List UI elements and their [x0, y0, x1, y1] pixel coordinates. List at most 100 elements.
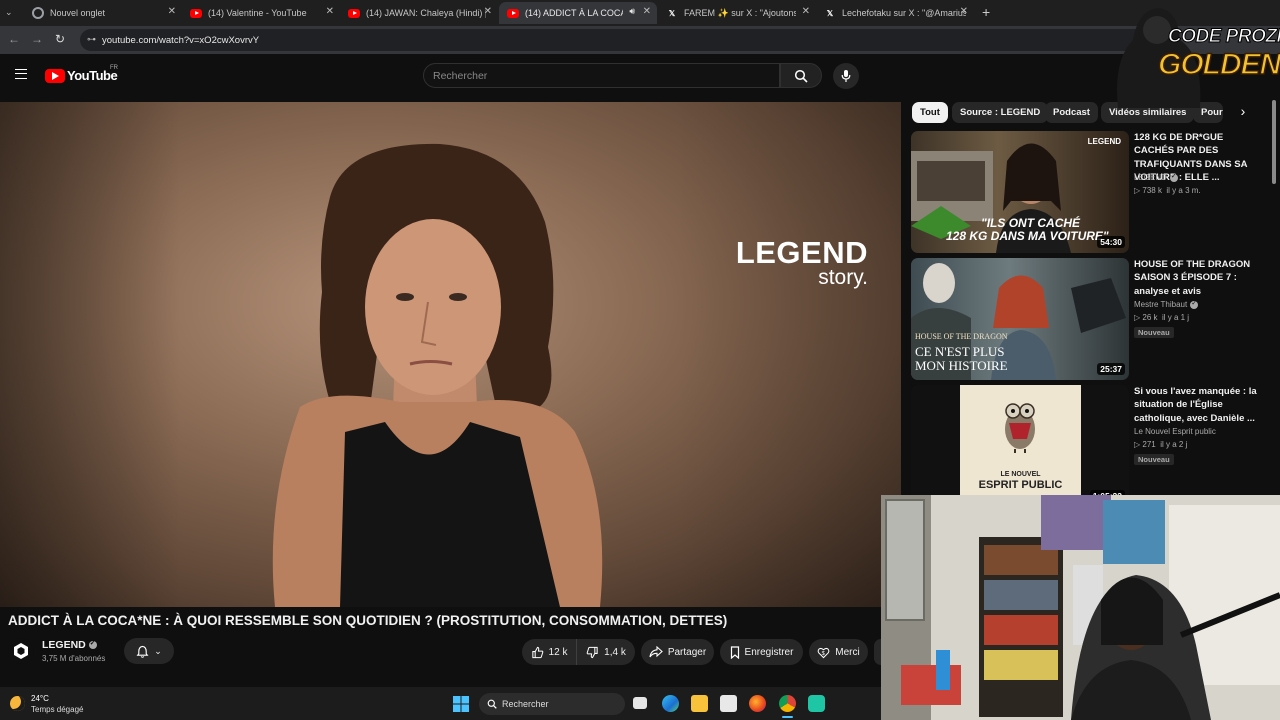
- reload-icon[interactable]: ↻: [55, 32, 65, 46]
- view-count: ▷ 26 k: [1134, 313, 1158, 322]
- streamer-overlay-logo: CODE PROZIS GOLDENG: [1108, 0, 1280, 108]
- search-icon: [794, 69, 808, 83]
- tab-title: FAREM ✨ sur X : "Ajoutons à: [684, 7, 796, 18]
- recommended-channel[interactable]: Le Nouvel Esprit public: [1134, 427, 1216, 436]
- video-duration: 54:30: [1097, 236, 1125, 248]
- chip-source-legend[interactable]: Source : LEGEND: [952, 102, 1049, 123]
- thumbs-down-icon: [586, 646, 598, 658]
- tab-lechefotaku[interactable]: 𝕏 Lechefotaku sur X : "@Amarius ✕: [816, 2, 974, 24]
- save-button[interactable]: Enregistrer: [720, 639, 803, 665]
- tab-search-icon[interactable]: ⌄: [5, 7, 13, 18]
- search-button[interactable]: [780, 63, 822, 88]
- tab-jawan[interactable]: (14) JAWAN: Chaleya (Hindi) | S ✕: [340, 2, 498, 24]
- youtube-logo[interactable]: YouTube FR: [45, 65, 118, 83]
- legend-logo-icon: [14, 643, 28, 659]
- video-thumbnail[interactable]: LE NOUVEL ESPRIT PUBLIC 1:05:22: [911, 385, 1129, 507]
- video-player[interactable]: LEGEND story.: [0, 102, 901, 607]
- close-icon[interactable]: ✕: [960, 6, 968, 17]
- overlay-text-line1: CODE PROZIS: [1167, 26, 1280, 48]
- voice-search-button[interactable]: [833, 63, 859, 89]
- chevron-down-icon: ⌄: [154, 645, 162, 656]
- weather-temperature[interactable]: 24°C: [31, 694, 49, 703]
- notification-bell-button[interactable]: ⌄: [124, 638, 174, 664]
- chrome-icon[interactable]: [779, 695, 796, 712]
- close-icon[interactable]: ✕: [643, 6, 651, 17]
- sidebar-scrollbar[interactable]: [1272, 100, 1276, 184]
- youtube-icon: [348, 8, 360, 18]
- legend-story-watermark: LEGEND story.: [724, 235, 868, 288]
- site-info-icon[interactable]: ⊶: [87, 34, 96, 45]
- new-tab-plus-icon[interactable]: +: [982, 4, 990, 20]
- youtube-header: YouTube FR Rechercher: [0, 54, 1280, 98]
- windows-start-icon[interactable]: [453, 696, 469, 712]
- verified-check-icon: [88, 639, 97, 649]
- like-button[interactable]: 12 k: [522, 639, 576, 665]
- youtube-icon: [507, 8, 519, 18]
- legend-brand-text: LEGEND: [735, 235, 868, 270]
- recommended-channel[interactable]: Mestre Thibaut: [1134, 299, 1199, 309]
- moon-weather-icon[interactable]: [10, 696, 25, 711]
- task-view-icon[interactable]: [633, 697, 647, 709]
- upload-age: il y a 2 j: [1160, 440, 1188, 449]
- tab-title: (14) Valentine - YouTube: [208, 8, 307, 18]
- recommended-channel[interactable]: LEGEND: [1134, 172, 1178, 182]
- subscriber-count: 3,75 M d'abonnés: [42, 654, 106, 663]
- owl-illustration-icon: [1005, 403, 1035, 453]
- thanks-label: Merci: [835, 646, 860, 658]
- recommended-video-2[interactable]: HOUSE OF THE DRAGON CE N'EST PLUS MON HI…: [911, 258, 1271, 380]
- taskbar-search-box[interactable]: Rechercher: [479, 693, 625, 715]
- thumbs-up-icon: [531, 646, 543, 658]
- speaker-icon[interactable]: 🔊︎: [629, 6, 635, 17]
- chatgpt-app-icon[interactable]: [808, 695, 825, 712]
- address-bar[interactable]: ⊶ youtube.com/watch?v=xO2cwXovrvY: [80, 29, 1170, 51]
- microsoft-store-icon[interactable]: [720, 695, 737, 712]
- close-icon[interactable]: ✕: [168, 6, 176, 17]
- country-code: FR: [110, 65, 118, 71]
- microphone-icon: [841, 70, 851, 82]
- back-arrow-icon[interactable]: ←: [8, 32, 20, 46]
- video-thumbnail[interactable]: HOUSE OF THE DRAGON CE N'EST PLUS MON HI…: [911, 258, 1129, 380]
- view-count: ▷ 271: [1134, 440, 1156, 449]
- close-icon[interactable]: ✕: [484, 6, 492, 17]
- thumbnail-caption-line2: ESPRIT PUBLIC: [978, 479, 1063, 491]
- file-explorer-icon[interactable]: [691, 695, 708, 712]
- close-icon[interactable]: ✕: [802, 6, 810, 17]
- more-actions-button[interactable]: [874, 639, 881, 665]
- video-thumbnail[interactable]: LEGEND "ILS ONT CACHÉ 128 KG DANS MA VOI…: [911, 131, 1129, 253]
- thanks-button[interactable]: $ Merci: [809, 639, 868, 665]
- tab-new-tab[interactable]: Nouvel onglet ✕: [24, 2, 182, 24]
- share-arrow-icon: [649, 646, 663, 658]
- tab-title: (14) JAWAN: Chaleya (Hindi) | S: [366, 8, 486, 18]
- save-label: Enregistrer: [744, 646, 794, 658]
- weather-condition: Temps dégagé: [31, 705, 84, 714]
- chip-all[interactable]: Tout: [912, 102, 948, 123]
- dislike-count: 1,4 k: [604, 646, 626, 658]
- recommended-video-3[interactable]: LE NOUVEL ESPRIT PUBLIC 1:05:22 Si vous …: [911, 385, 1271, 507]
- tab-title: (14) ADDICT À LA COCA*NE: [525, 8, 623, 18]
- webcam-overlay: [881, 495, 1280, 720]
- share-button[interactable]: Partager: [641, 639, 714, 665]
- channel-name[interactable]: LEGEND: [42, 639, 97, 651]
- menu-hamburger-icon[interactable]: [15, 69, 27, 79]
- x-icon: 𝕏: [826, 8, 834, 18]
- tab-farem[interactable]: 𝕏 FAREM ✨ sur X : "Ajoutons à ✕: [658, 2, 816, 24]
- search-input[interactable]: Rechercher: [423, 63, 780, 88]
- tab-addict[interactable]: (14) ADDICT À LA COCA*NE 🔊︎ ✕: [499, 2, 657, 24]
- dislike-button[interactable]: 1,4 k: [576, 639, 635, 665]
- channel-avatar[interactable]: [8, 638, 34, 664]
- recommended-title[interactable]: HOUSE OF THE DRAGON SAISON 3 ÉPISODE 7 :…: [1134, 258, 1262, 298]
- view-count: ▷ 738 k: [1134, 186, 1162, 195]
- tab-valentine[interactable]: (14) Valentine - YouTube ✕: [182, 2, 340, 24]
- forward-arrow-icon[interactable]: →: [31, 32, 43, 46]
- edge-browser-icon[interactable]: [662, 695, 679, 712]
- close-icon[interactable]: ✕: [326, 6, 334, 17]
- active-app-indicator: [782, 716, 793, 718]
- tab-title: Nouvel onglet: [50, 8, 106, 18]
- firefox-icon[interactable]: [749, 695, 766, 712]
- recommended-title[interactable]: Si vous l'avez manquée : la situation de…: [1134, 385, 1262, 425]
- thumbnail-caption-line2: 128 KG DANS MA VOITURE": [946, 229, 1109, 243]
- thumbnail-caption-line1: LE NOUVEL: [1000, 471, 1041, 478]
- recommended-meta: ▷ 738 k il y a 3 m.: [1134, 186, 1201, 195]
- chip-podcast[interactable]: Podcast: [1045, 102, 1098, 123]
- recommended-video-1[interactable]: LEGEND "ILS ONT CACHÉ 128 KG DANS MA VOI…: [911, 131, 1271, 253]
